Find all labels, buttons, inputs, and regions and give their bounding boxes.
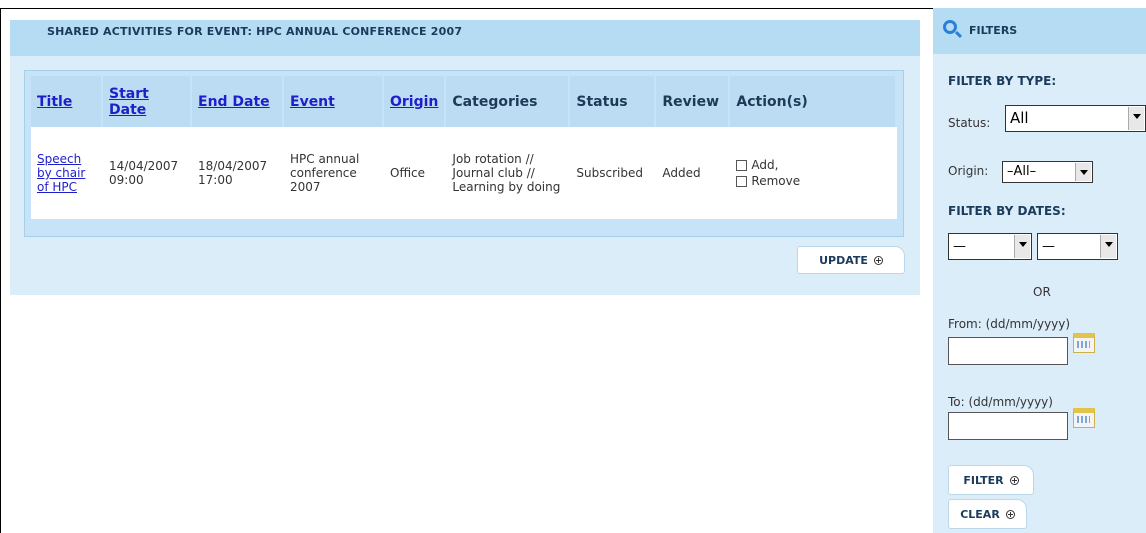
clear-button-label: CLEAR (960, 507, 1000, 521)
from-date-label: From: (dd/mm/yyyy) (948, 317, 1071, 331)
activities-table-container: Title Start Date End Date Event Origin C… (24, 70, 904, 237)
column-header-end-date[interactable]: End Date (192, 76, 284, 127)
remove-label: Remove (751, 174, 801, 188)
filter-button[interactable]: FILTER (948, 465, 1034, 495)
activity-title-link[interactable]: Speech by chair of HPC (37, 152, 85, 194)
plus-circle-icon (1005, 509, 1015, 519)
origin-select-value: –All– (1007, 164, 1037, 179)
add-checkbox[interactable] (736, 159, 748, 171)
cell-end-date: 18/04/2007 17:00 (192, 127, 284, 219)
plus-circle-icon (1009, 475, 1019, 485)
date-range-select-1-value: — (953, 239, 966, 254)
date-range-select-2-value: — (1042, 239, 1055, 254)
column-header-event[interactable]: Event (284, 76, 384, 127)
date-range-select-2[interactable]: — (1037, 233, 1118, 260)
cell-start-date: 14/04/2007 09:00 (103, 127, 192, 219)
chevron-down-icon (1128, 107, 1144, 130)
search-icon (943, 20, 957, 34)
update-label: UPDATE (819, 253, 868, 267)
column-header-actions: Action(s) (730, 76, 897, 127)
column-header-categories: Categories (446, 76, 571, 127)
filter-button-label: FILTER (963, 473, 1004, 487)
window-border-left (0, 8, 1, 533)
column-header-review: Review (656, 76, 731, 127)
chevron-down-icon (1014, 235, 1030, 258)
cell-origin: Office (384, 127, 447, 219)
clear-button[interactable]: CLEAR (948, 499, 1027, 529)
chevron-down-icon (1075, 163, 1091, 181)
status-label: Status: (948, 116, 991, 130)
cell-categories: Job rotation // Journal club // Learning… (446, 127, 571, 219)
remove-option: Remove (736, 174, 891, 188)
update-button[interactable]: UPDATE (797, 246, 905, 274)
calendar-icon[interactable] (1073, 333, 1095, 353)
cell-title: Speech by chair of HPC (31, 127, 103, 219)
cell-event: HPC annual conference 2007 (284, 127, 384, 219)
to-date-input[interactable] (948, 412, 1068, 440)
column-header-origin[interactable]: Origin (384, 76, 447, 127)
filter-by-type-heading: FILTER BY TYPE: (948, 74, 1057, 88)
date-range-select-1[interactable]: — (948, 233, 1032, 260)
calendar-icon[interactable] (1073, 408, 1095, 428)
status-select[interactable]: All (1005, 105, 1146, 132)
or-label: OR (1033, 285, 1051, 299)
activities-table: Title Start Date End Date Event Origin C… (31, 76, 897, 219)
table-row: Speech by chair of HPC 14/04/2007 09:00 … (31, 127, 897, 219)
chevron-down-icon (1100, 235, 1116, 258)
filters-panel: FILTERS FILTER BY TYPE: Status: All Orig… (933, 8, 1146, 533)
shared-activities-panel: SHARED ACTIVITIES FOR EVENT: HPC ANNUAL … (10, 20, 920, 295)
filters-header: FILTERS (933, 8, 1146, 54)
table-header-row: Title Start Date End Date Event Origin C… (31, 76, 897, 127)
from-date-input[interactable] (948, 337, 1068, 365)
column-header-title[interactable]: Title (31, 76, 103, 127)
add-option: Add, (736, 158, 891, 172)
origin-label: Origin: (948, 164, 989, 178)
cell-status: Subscribed (570, 127, 657, 219)
column-header-status: Status (570, 76, 657, 127)
filter-by-dates-heading: FILTER BY DATES: (948, 204, 1066, 218)
status-select-value: All (1010, 109, 1029, 127)
cell-review: Added (656, 127, 731, 219)
to-date-label: To: (dd/mm/yyyy) (948, 395, 1053, 409)
page-title: SHARED ACTIVITIES FOR EVENT: HPC ANNUAL … (47, 25, 463, 38)
filters-title: FILTERS (969, 24, 1018, 37)
plus-circle-icon (873, 255, 883, 265)
remove-checkbox[interactable] (736, 175, 748, 187)
origin-select[interactable]: –All– (1002, 161, 1093, 183)
panel-header: SHARED ACTIVITIES FOR EVENT: HPC ANNUAL … (10, 20, 920, 56)
add-label: Add, (751, 158, 779, 172)
column-header-start-date[interactable]: Start Date (103, 76, 192, 127)
cell-actions: Add, Remove (730, 127, 897, 219)
